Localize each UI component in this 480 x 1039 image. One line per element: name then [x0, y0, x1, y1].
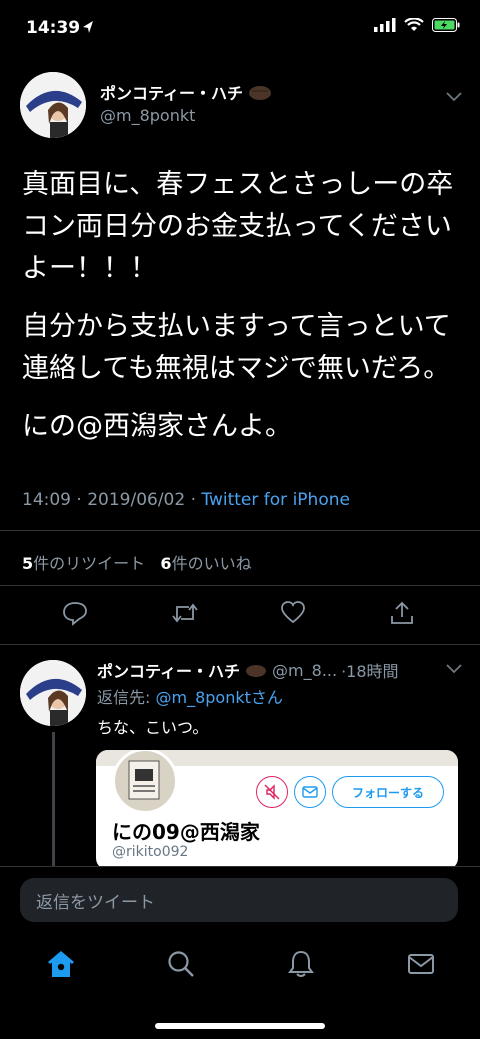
retweet-stat[interactable]: 5件のリツイート: [22, 554, 145, 573]
envelope-icon: [302, 786, 318, 798]
follow-button[interactable]: フォローする: [332, 776, 444, 808]
tweet-stats: 5件のリツイート 6件のいいね: [22, 550, 252, 574]
card-handle: @rikito092: [112, 844, 189, 860]
card-avatar-image: [128, 760, 160, 800]
reply-author-handle[interactable]: @m_8...: [272, 661, 337, 680]
thread-line: [52, 732, 55, 872]
author-handle[interactable]: @m_8ponkt: [100, 106, 195, 125]
location-arrow-icon: [83, 21, 93, 33]
tweet-paragraph: 真面目に、春フェスとさっしーの卒コン両日分のお金支払ってくださいよー！！！: [22, 169, 454, 284]
tweet-actions: [0, 600, 480, 632]
like-icon[interactable]: [280, 600, 306, 624]
divider: [0, 530, 480, 531]
tweet-timestamp[interactable]: 14:09 · 2019/06/02 ·: [22, 490, 201, 510]
tweet-text: 真面目に、春フェスとさっしーの卒コン両日分のお金支払ってくださいよー！！！ 自分…: [22, 164, 462, 464]
status-time: 14:39: [26, 18, 81, 38]
fist-emoji-icon: [249, 86, 272, 100]
retweet-count: 5: [22, 554, 34, 573]
battery-charging-icon: [432, 18, 460, 32]
reply-time: ·18時間: [341, 662, 399, 681]
author-avatar[interactable]: [20, 72, 86, 138]
like-stat[interactable]: 6件のいいね: [160, 554, 251, 573]
avatar-image: [20, 72, 86, 138]
card-display-name: にの09@西潟家: [112, 820, 260, 844]
messages-icon[interactable]: [406, 949, 436, 979]
profile-card-image[interactable]: フォローする にの09@西潟家 @rikito092: [96, 750, 458, 870]
tweet-paragraph: 自分から支払いますって言っといて連絡しても無視はマジで無いだろ。: [22, 311, 451, 384]
author-name-row: ポンコティー・ハチ: [100, 80, 273, 104]
home-indicator[interactable]: [155, 1023, 325, 1029]
chevron-down-icon[interactable]: [446, 92, 462, 102]
reply-text: ちな、こいつ。: [97, 718, 209, 737]
reply-icon[interactable]: [62, 600, 88, 626]
bottom-tab-bar: [0, 935, 480, 995]
mute-icon: [264, 784, 280, 800]
reply-author-avatar[interactable]: [20, 660, 86, 726]
reply-to-prefix: 返信先:: [97, 688, 156, 707]
retweet-icon[interactable]: [171, 600, 199, 626]
reply-author-name[interactable]: ポンコティー・ハチ: [97, 658, 240, 682]
search-icon[interactable]: [166, 949, 196, 979]
divider: [0, 585, 480, 586]
status-indicators: [374, 18, 460, 32]
reply-header: ポンコティー・ハチ @m_8... ·18時間: [97, 658, 399, 682]
reply-to-handle[interactable]: @m_8ponktさん: [155, 688, 282, 707]
tweet-meta: 14:09 · 2019/06/02 · Twitter for iPhone: [22, 490, 350, 510]
mute-button[interactable]: [256, 776, 288, 808]
share-icon[interactable]: [389, 600, 415, 626]
status-bar: 14:39: [0, 0, 480, 56]
notifications-icon[interactable]: [286, 949, 316, 979]
author-name[interactable]: ポンコティー・ハチ: [100, 80, 243, 104]
like-count: 6: [160, 554, 172, 573]
avatar-image: [20, 660, 86, 726]
reply-compose-input[interactable]: 返信をツイート: [20, 878, 458, 922]
reply-to-line: 返信先: @m_8ponktさん: [97, 684, 283, 708]
tweet-source[interactable]: Twitter for iPhone: [201, 490, 350, 510]
retweet-label: 件のリツイート: [33, 554, 146, 573]
chevron-down-icon[interactable]: [446, 664, 462, 674]
card-avatar: [112, 750, 178, 814]
tweet-paragraph: にの@西潟家さんよ。: [22, 411, 292, 442]
fist-emoji-icon: [246, 665, 267, 677]
home-icon[interactable]: [46, 949, 76, 979]
message-button[interactable]: [294, 776, 326, 808]
wifi-icon: [404, 18, 424, 31]
divider: [0, 644, 480, 645]
cellular-signal-icon: [374, 18, 396, 32]
like-label: 件のいいね: [171, 554, 252, 573]
